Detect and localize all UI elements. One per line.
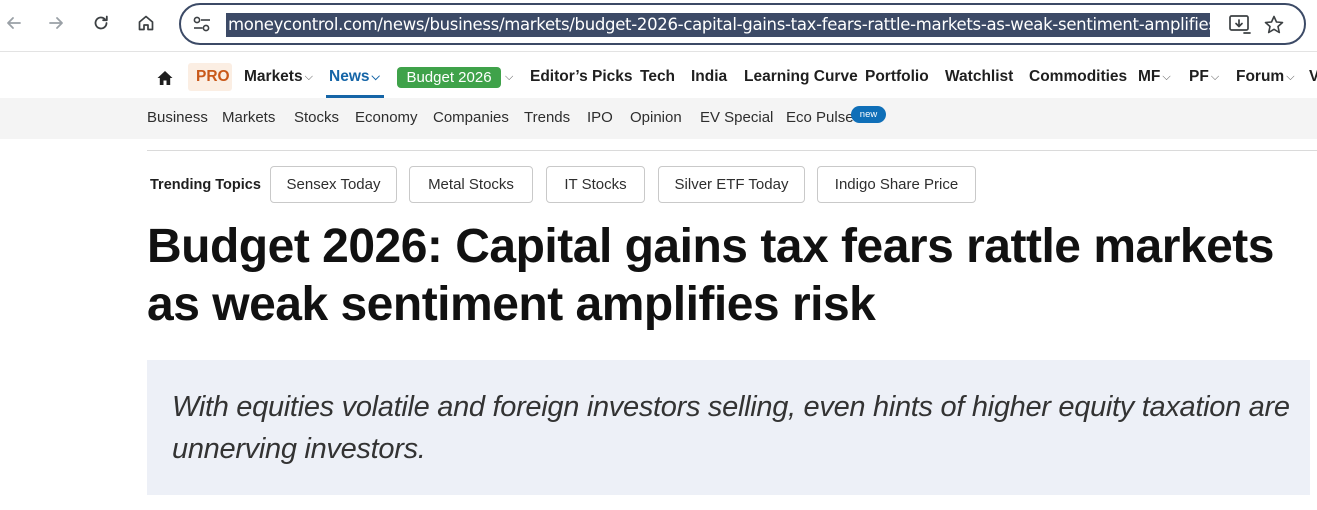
subnav-markets[interactable]: Markets — [222, 98, 275, 138]
nav-markets-label: Markets — [244, 68, 303, 85]
article-summary: With equities volatile and foreign inves… — [172, 391, 1290, 465]
nav-india[interactable]: India — [691, 56, 727, 98]
nav-pf[interactable]: PF ⌵ — [1189, 56, 1219, 98]
url-text[interactable]: moneycontrol.com/news/business/markets/b… — [226, 13, 1210, 37]
nav-overflow[interactable]: V — [1309, 56, 1317, 98]
site-home-icon[interactable] — [156, 69, 174, 87]
nav-forum-label: Forum — [1236, 68, 1285, 85]
nav-watchlist[interactable]: Watchlist — [945, 56, 1013, 98]
trending-chip-it-stocks[interactable]: IT Stocks — [546, 166, 645, 203]
chevron-down-icon: ⌵ — [1210, 71, 1220, 83]
nav-mf-label: MF — [1138, 68, 1161, 85]
nav-news-label: News — [329, 68, 370, 85]
nav-tech[interactable]: Tech — [640, 56, 675, 98]
address-bar[interactable]: moneycontrol.com/news/business/markets/b… — [179, 3, 1306, 45]
install-app-icon[interactable] — [1228, 14, 1252, 36]
nav-news[interactable]: News ⌵ — [329, 56, 380, 98]
subnav-ipo[interactable]: IPO — [587, 98, 613, 138]
forward-icon[interactable] — [42, 9, 70, 37]
trending-chip-silver-etf-today[interactable]: Silver ETF Today — [658, 166, 805, 203]
home-icon[interactable] — [132, 9, 160, 37]
nav-editors-picks[interactable]: Editor’s Picks — [530, 56, 633, 98]
nav-commodities[interactable]: Commodities — [1029, 56, 1127, 98]
subnav-companies[interactable]: Companies — [433, 98, 509, 138]
subnav-business[interactable]: Business — [147, 98, 208, 138]
trending-topics-label: Trending Topics — [150, 177, 261, 193]
trending-chip-indigo-share-price[interactable]: Indigo Share Price — [817, 166, 976, 203]
article-summary-box: With equities volatile and foreign inves… — [147, 360, 1310, 495]
reload-icon[interactable] — [87, 9, 115, 37]
trending-chip-metal-stocks[interactable]: Metal Stocks — [409, 166, 533, 203]
subnav-trends[interactable]: Trends — [524, 98, 570, 138]
nav-pro[interactable]: PRO — [196, 56, 230, 98]
browser-toolbar: moneycontrol.com/news/business/markets/b… — [0, 0, 1317, 52]
nav-budget-2026[interactable]: Budget 2026 — [397, 67, 501, 88]
nav-forum[interactable]: Forum ⌵ — [1236, 56, 1295, 98]
trending-chip-sensex-today[interactable]: Sensex Today — [270, 166, 397, 203]
article-headline: Budget 2026: Capital gains tax fears rat… — [147, 220, 1274, 331]
chevron-down-icon: ⌵ — [1162, 71, 1171, 83]
site-settings-icon[interactable] — [191, 14, 213, 34]
nav-learning-curve[interactable]: Learning Curve — [744, 56, 858, 98]
new-badge: new — [851, 106, 886, 123]
chevron-down-icon: ⌵ — [371, 71, 380, 83]
back-icon[interactable] — [0, 9, 28, 37]
chevron-down-icon: ⌵ — [1286, 71, 1295, 83]
nav-pf-label: PF — [1189, 68, 1209, 85]
nav-portfolio[interactable]: Portfolio — [865, 56, 929, 98]
subnav-stocks[interactable]: Stocks — [294, 98, 339, 138]
nav-mf[interactable]: MF ⌵ — [1138, 56, 1171, 98]
subnav-opinion[interactable]: Opinion — [630, 98, 682, 138]
budget-chevron-down-icon[interactable]: ⌵ — [503, 56, 513, 98]
subnav-eco-pulse[interactable]: Eco Pulse — [786, 98, 854, 138]
subnav-ev-special[interactable]: EV Special — [700, 98, 773, 138]
subnav-economy[interactable]: Economy — [355, 98, 418, 138]
nav-markets[interactable]: Markets ⌵ — [244, 56, 313, 98]
divider — [147, 150, 1317, 151]
bookmark-star-icon[interactable] — [1262, 13, 1286, 37]
chevron-down-icon: ⌵ — [304, 71, 313, 83]
